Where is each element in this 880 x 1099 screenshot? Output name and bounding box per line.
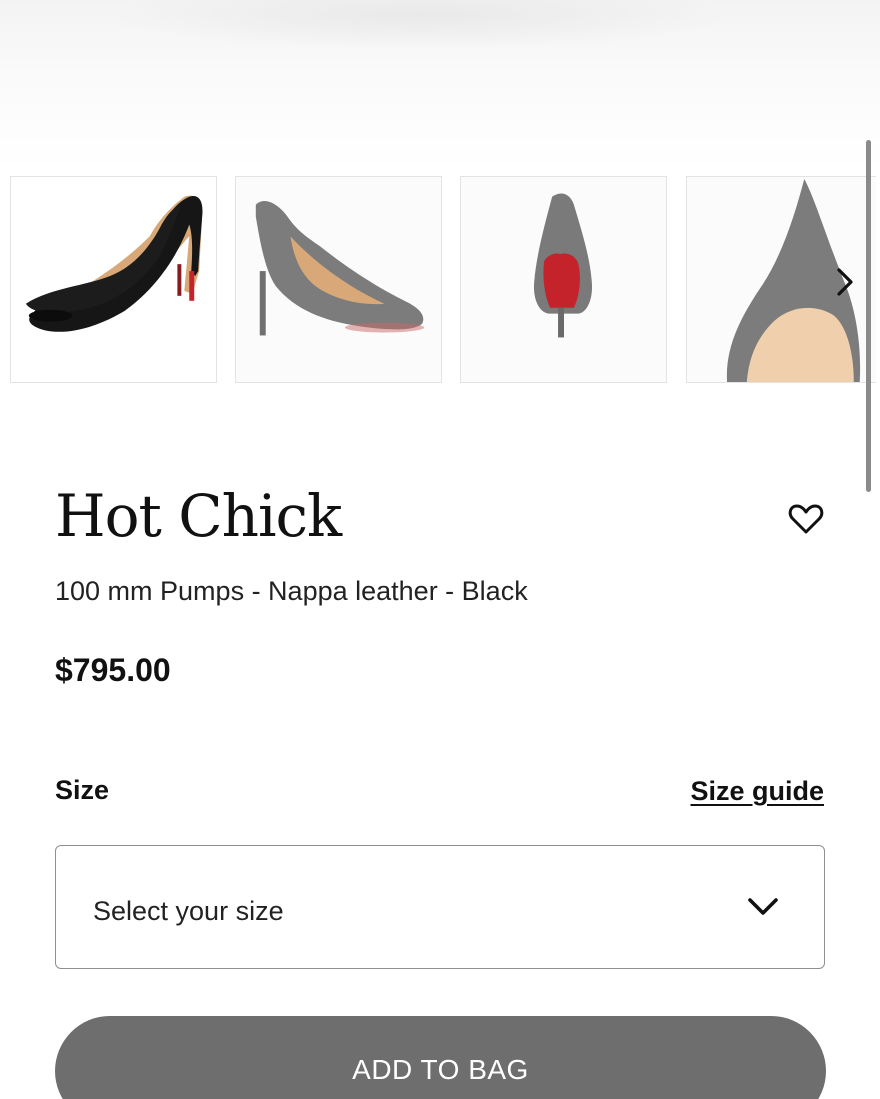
- shoe-profile-image: [255, 201, 425, 336]
- size-select[interactable]: Select your size: [55, 845, 825, 969]
- chevron-down-icon: [748, 898, 778, 915]
- thumbnail-gallery: [0, 176, 880, 384]
- product-title: Hot Chick: [55, 482, 342, 550]
- thumbnail-2[interactable]: [235, 176, 442, 383]
- scrollbar[interactable]: [866, 140, 871, 492]
- chevron-right-icon: [837, 268, 853, 296]
- size-select-placeholder: Select your size: [93, 896, 284, 926]
- product-description: 100 mm Pumps - Nappa leather - Black: [55, 576, 528, 606]
- thumbnail-3[interactable]: [460, 176, 667, 383]
- hero-image-fade: [110, 0, 730, 50]
- add-to-bag-label: ADD TO BAG: [352, 1054, 529, 1085]
- thumbnail-1[interactable]: [10, 176, 217, 383]
- add-to-bag-button[interactable]: ADD TO BAG: [55, 1016, 826, 1099]
- wishlist-button[interactable]: [786, 500, 826, 538]
- shoe-side-image: [25, 195, 203, 332]
- heart-icon: [788, 504, 824, 534]
- size-guide-link[interactable]: Size guide: [690, 776, 824, 807]
- size-label: Size: [55, 775, 110, 805]
- shoe-back-image: [533, 193, 593, 338]
- gallery-next-button[interactable]: [830, 262, 860, 302]
- hero-image-area: [0, 0, 880, 170]
- product-price: $795.00: [55, 652, 171, 688]
